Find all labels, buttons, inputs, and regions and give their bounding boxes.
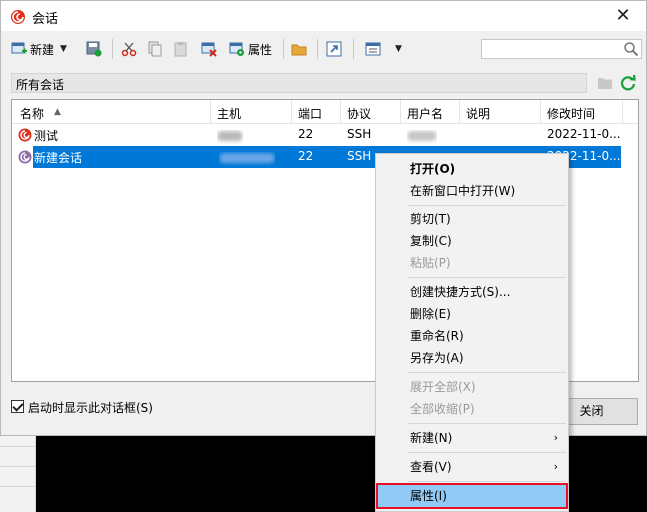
column-header-description[interactable]: 说明 — [466, 105, 490, 122]
menu-item-properties[interactable]: 属性(I) — [376, 483, 568, 509]
breadcrumb: 所有会话 — [11, 73, 587, 93]
column-header-username[interactable]: 用户名 — [407, 105, 443, 122]
menu-item-view[interactable]: 查看(V) › — [378, 456, 566, 478]
session-protocol: SSH — [347, 127, 372, 141]
column-header-port[interactable]: 端口 — [298, 105, 322, 122]
session-modified: 2022-11-0... — [547, 127, 621, 141]
menu-item-view-label: 查看(V) — [410, 460, 452, 474]
delete-button[interactable] — [201, 37, 217, 61]
view-icon — [365, 42, 381, 56]
menu-item-new-label: 新建(N) — [410, 431, 453, 445]
new-session-button[interactable]: 新建 ▼ — [11, 37, 67, 61]
new-session-icon — [11, 42, 27, 54]
menu-item-expand-all: 展开全部(X) — [410, 380, 476, 394]
xshell-logo-icon — [11, 10, 25, 24]
menu-item-copy[interactable]: 复制(C) — [378, 230, 566, 252]
menu-item-cut[interactable]: 剪切(T) — [378, 208, 566, 230]
close-window-button[interactable]: ✕ — [608, 4, 638, 28]
breadcrumb-path: 所有会话 — [16, 78, 65, 92]
background-panel — [0, 436, 36, 512]
window-title: 会话 — [32, 12, 59, 27]
copy-button[interactable] — [147, 37, 163, 61]
new-folder-button[interactable] — [291, 37, 307, 61]
cut-button[interactable] — [121, 37, 137, 61]
new-session-label: 新建 — [30, 42, 55, 57]
menu-item-delete[interactable]: 删除(E) — [378, 303, 566, 325]
create-shortcut-button[interactable] — [326, 37, 342, 61]
menu-separator — [408, 452, 566, 453]
menu-separator — [408, 205, 566, 206]
menu-item-new[interactable]: 新建(N) › — [378, 427, 566, 449]
properties-button[interactable]: 属性 — [229, 37, 272, 61]
menu-item-open-new-window[interactable]: 在新窗口中打开(W) — [378, 180, 566, 202]
view-button[interactable]: ▼ — [365, 37, 402, 61]
chevron-right-icon: › — [553, 460, 558, 473]
menu-item-paste: 粘贴(P) — [410, 256, 451, 270]
column-header-host[interactable]: 主机 — [217, 105, 241, 122]
column-header-modified[interactable]: 修改时间 — [547, 105, 595, 122]
toolbar-separator — [283, 39, 284, 59]
session-name: 测试 — [34, 129, 59, 143]
paste-icon — [174, 42, 187, 57]
list-header: 名称 ▲ 主机 端口 协议 用户名 说明 修改时间 — [12, 100, 638, 124]
search-input[interactable] — [481, 39, 642, 59]
copy-icon — [148, 41, 162, 57]
session-name: 新建会话 — [34, 151, 83, 165]
folder-icon — [291, 44, 307, 56]
toolbar-separator — [112, 39, 113, 59]
session-icon — [18, 128, 32, 142]
menu-item-open[interactable]: 打开(O) — [378, 158, 566, 180]
session-protocol: SSH — [347, 149, 372, 163]
sort-ascending-icon: ▲ — [54, 107, 61, 117]
menu-separator — [408, 277, 566, 278]
toolbar-separator — [317, 39, 318, 59]
chevron-right-icon: › — [553, 431, 558, 444]
session-host — [217, 130, 243, 144]
menu-separator — [408, 423, 566, 424]
chevron-down-icon[interactable]: ▼ — [395, 44, 402, 54]
session-icon — [18, 150, 32, 164]
delete-icon — [201, 42, 217, 57]
show-at-startup-checkbox[interactable] — [11, 400, 24, 413]
chevron-down-icon[interactable]: ▼ — [60, 44, 67, 54]
properties-label: 属性 — [248, 42, 273, 57]
paste-button[interactable] — [173, 37, 189, 61]
menu-separator — [408, 372, 566, 373]
title-bar: 会话 ✕ — [1, 1, 646, 31]
menu-item-rename[interactable]: 重命名(R) — [378, 325, 566, 347]
menu-separator — [408, 481, 566, 482]
column-header-protocol[interactable]: 协议 — [347, 105, 371, 122]
save-session-icon — [86, 41, 102, 57]
refresh-icon[interactable] — [619, 74, 637, 92]
menu-item-save-as[interactable]: 另存为(A) — [378, 347, 566, 369]
menu-item-create-shortcut[interactable]: 创建快捷方式(S)... — [378, 281, 566, 303]
menu-item-collapse-all: 全部收缩(P) — [410, 402, 475, 416]
folder-icon[interactable] — [598, 77, 612, 89]
session-username — [407, 130, 437, 144]
save-session-button[interactable] — [86, 37, 102, 61]
table-row[interactable]: 测试 22 SSH 2022-11-0... — [12, 124, 638, 146]
column-header-name[interactable]: 名称 — [20, 105, 44, 122]
properties-icon — [229, 42, 244, 56]
cut-icon — [121, 42, 137, 57]
context-menu: 打开(O) 在新窗口中打开(W) 剪切(T) 复制(C) 粘贴(P) 创建快捷方… — [375, 153, 569, 512]
search-icon[interactable] — [623, 41, 639, 57]
shortcut-icon — [326, 41, 342, 57]
session-port: 22 — [298, 149, 314, 163]
toolbar-separator — [353, 39, 354, 59]
show-at-startup-label: 启动时显示此对话框(S) — [28, 401, 153, 415]
session-host — [219, 152, 275, 166]
session-port: 22 — [298, 127, 314, 141]
